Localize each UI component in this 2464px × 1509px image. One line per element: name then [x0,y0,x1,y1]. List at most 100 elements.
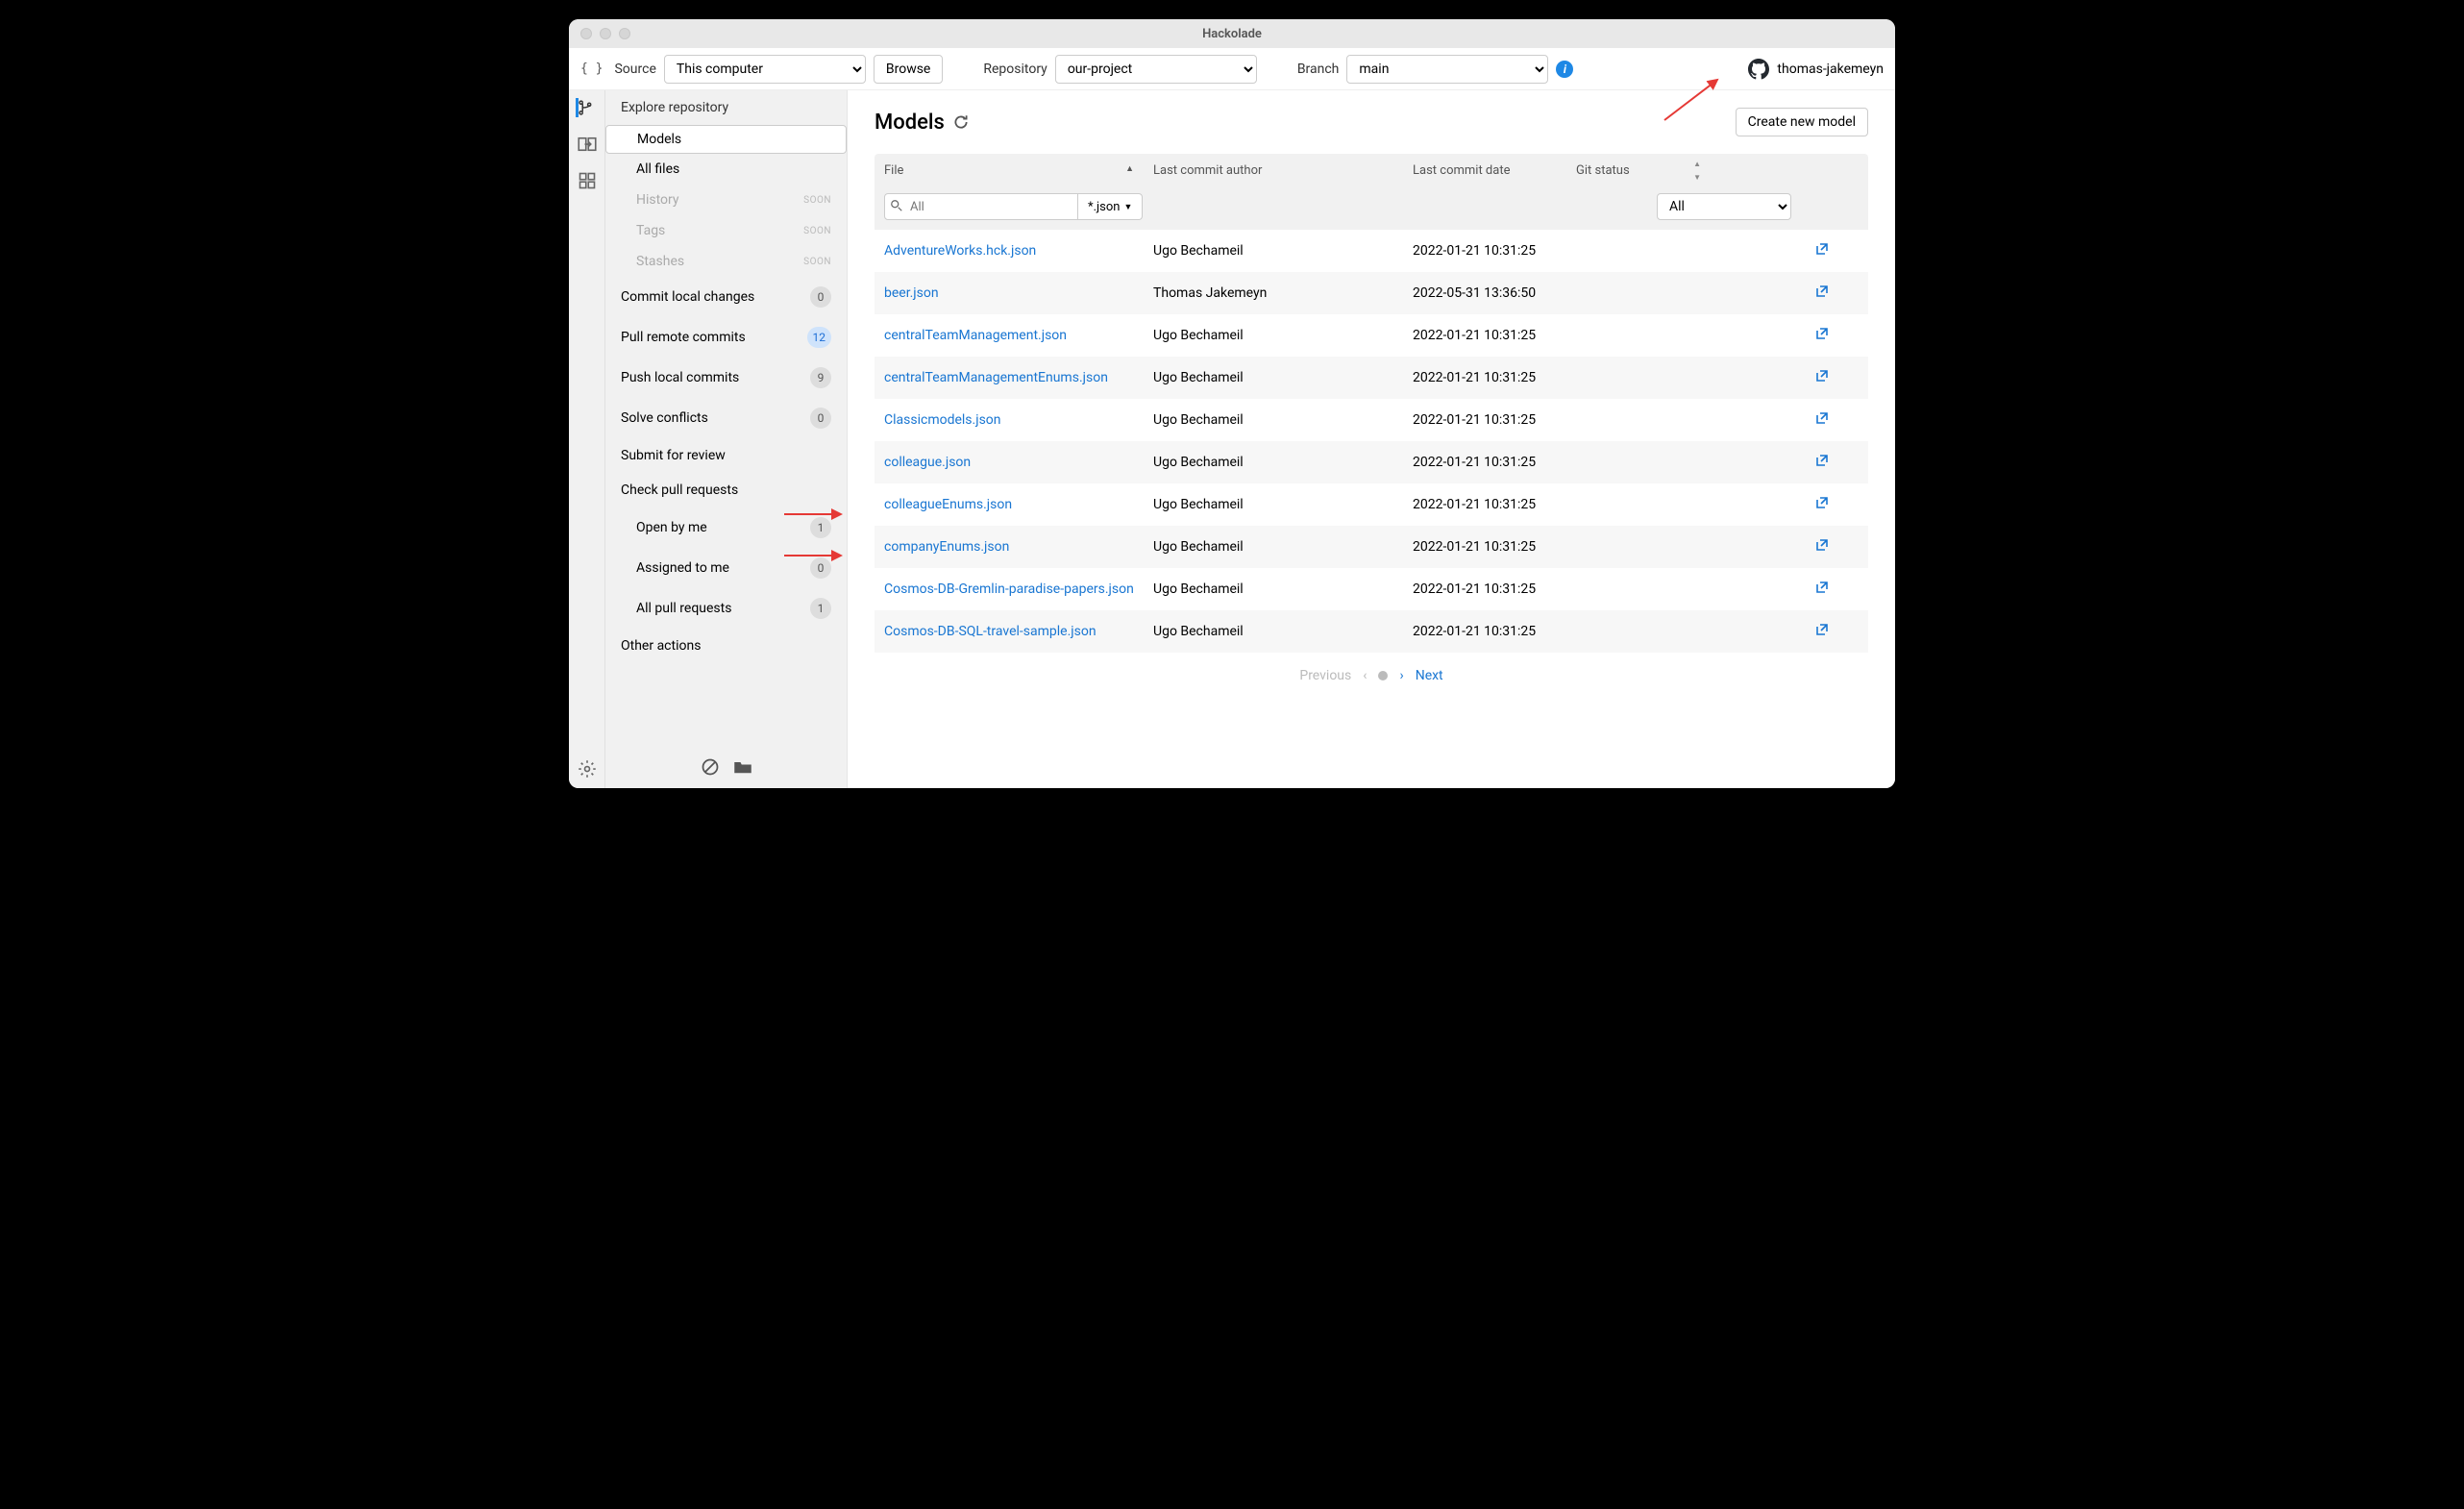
browse-button[interactable]: Browse [874,55,943,84]
file-link[interactable]: Cosmos-DB-Gremlin-paradise-papers.json [884,581,1134,597]
info-icon[interactable]: i [1556,61,1573,78]
file-filter-input[interactable] [884,193,1078,220]
author-cell: Thomas Jakemeyn [1153,285,1413,301]
chevron-right-icon[interactable]: › [1399,668,1403,683]
open-external-icon[interactable] [1814,284,1830,299]
table-row: Cosmos-DB-Gremlin-paradise-papers.json U… [875,568,1868,610]
file-link[interactable]: Cosmos-DB-SQL-travel-sample.json [884,624,1096,639]
date-cell: 2022-01-21 10:31:25 [1413,539,1576,555]
open-external-icon[interactable] [1814,241,1830,257]
close-window-icon[interactable] [580,28,592,39]
table-row: Cosmos-DB-SQL-travel-sample.json Ugo Bec… [875,610,1868,653]
author-cell: Ugo Bechameil [1153,497,1413,512]
col-file[interactable]: File [875,154,1144,187]
user-name: thomas-jakemeyn [1777,62,1884,77]
window-title: Hackolade [1202,27,1262,41]
sidebar-item-all-files[interactable]: All files [605,154,847,185]
date-cell: 2022-01-21 10:31:25 [1413,412,1576,428]
source-select[interactable]: This computer [664,55,866,84]
file-link[interactable]: centralTeamManagement.json [884,328,1067,343]
chevron-left-icon: ‹ [1363,668,1367,683]
author-cell: Ugo Bechameil [1153,581,1413,597]
sidebar-check-pull-requests[interactable]: Check pull requests [605,473,847,507]
file-link[interactable]: companyEnums.json [884,539,1009,555]
sidebar-pull-remote-commits[interactable]: Pull remote commits12 [605,317,847,358]
refresh-icon[interactable] [952,113,970,131]
date-cell: 2022-01-21 10:31:25 [1413,581,1576,597]
sidebar-submit-for-review[interactable]: Submit for review [605,438,847,473]
globe-blocked-icon[interactable] [701,757,720,777]
table-row: companyEnums.json Ugo Bechameil 2022-01-… [875,526,1868,568]
main-content: Models Create new model File Last commit… [848,90,1895,788]
table-row: beer.json Thomas Jakemeyn 2022-05-31 13:… [875,272,1868,314]
sidebar-item-models[interactable]: Models [605,125,847,154]
grid-icon[interactable] [578,171,597,190]
file-link[interactable]: colleague.json [884,455,971,470]
branch-select[interactable]: main [1346,55,1548,84]
braces-icon[interactable]: { } [580,62,603,76]
date-cell: 2022-01-21 10:31:25 [1413,243,1576,259]
search-icon [890,199,903,212]
repository-select[interactable]: our-project [1055,55,1257,84]
author-cell: Ugo Bechameil [1153,412,1413,428]
minimize-window-icon[interactable] [600,28,611,39]
open-external-icon[interactable] [1814,326,1830,341]
date-cell: 2022-01-21 10:31:25 [1413,497,1576,512]
sidebar-pr-open-by-me[interactable]: Open by me1 [605,507,847,548]
open-external-icon[interactable] [1814,622,1830,637]
sidebar-solve-conflicts[interactable]: Solve conflicts0 [605,398,847,438]
date-cell: 2022-01-21 10:31:25 [1413,328,1576,343]
open-external-icon[interactable] [1814,453,1830,468]
table-row: centralTeamManagementEnums.json Ugo Bech… [875,357,1868,399]
table-filters: *.json▼ All [875,187,1868,230]
file-link[interactable]: beer.json [884,285,939,301]
sidebar-commit-local-changes[interactable]: Commit local changes0 [605,277,847,317]
compare-icon[interactable] [578,135,597,154]
date-cell: 2022-05-31 13:36:50 [1413,285,1576,301]
table-row: AdventureWorks.hck.json Ugo Bechameil 20… [875,230,1868,272]
titlebar: Hackolade [569,19,1895,48]
user-account[interactable]: thomas-jakemeyn [1748,59,1884,80]
open-external-icon[interactable] [1814,368,1830,383]
file-link[interactable]: centralTeamManagementEnums.json [884,370,1108,385]
file-link[interactable]: colleagueEnums.json [884,497,1012,512]
left-rail [569,90,605,788]
topbar: { } Source This computer Browse Reposito… [569,48,1895,90]
pager-next[interactable]: Next [1416,668,1443,683]
sidebar-other-actions[interactable]: Other actions [605,629,847,663]
author-cell: Ugo Bechameil [1153,455,1413,470]
author-cell: Ugo Bechameil [1153,328,1413,343]
col-status[interactable]: Git status [1566,154,1711,187]
settings-icon[interactable] [578,759,597,779]
page-title: Models [875,111,945,135]
col-date[interactable]: Last commit date [1403,154,1566,187]
file-link[interactable]: AdventureWorks.hck.json [884,243,1036,259]
sidebar-pr-assigned-to-me[interactable]: Assigned to me0 [605,548,847,588]
sidebar-pr-all-pull-requests[interactable]: All pull requests1 [605,588,847,629]
date-cell: 2022-01-21 10:31:25 [1413,624,1576,639]
date-cell: 2022-01-21 10:31:25 [1413,455,1576,470]
repository-label: Repository [983,62,1047,77]
open-external-icon[interactable] [1814,580,1830,595]
sidebar-section-explore[interactable]: Explore repository [605,90,847,125]
sidebar: Explore repository ModelsAll filesHistor… [605,90,848,788]
branch-icon[interactable] [576,98,595,117]
sidebar-push-local-commits[interactable]: Push local commits9 [605,358,847,398]
status-filter-select[interactable]: All [1657,193,1791,220]
folder-open-icon[interactable] [733,757,752,777]
open-external-icon[interactable] [1814,537,1830,553]
pager-previous: Previous [1299,668,1351,683]
col-author[interactable]: Last commit author [1144,154,1403,187]
open-external-icon[interactable] [1814,410,1830,426]
zoom-window-icon[interactable] [619,28,630,39]
table-header: File Last commit author Last commit date… [875,154,1868,187]
github-icon [1748,59,1769,80]
table-row: Classicmodels.json Ugo Bechameil 2022-01… [875,399,1868,441]
source-label: Source [614,62,655,77]
create-new-model-button[interactable]: Create new model [1736,108,1868,136]
extension-filter[interactable]: *.json▼ [1078,193,1143,220]
file-link[interactable]: Classicmodels.json [884,412,1001,428]
author-cell: Ugo Bechameil [1153,539,1413,555]
date-cell: 2022-01-21 10:31:25 [1413,370,1576,385]
open-external-icon[interactable] [1814,495,1830,510]
